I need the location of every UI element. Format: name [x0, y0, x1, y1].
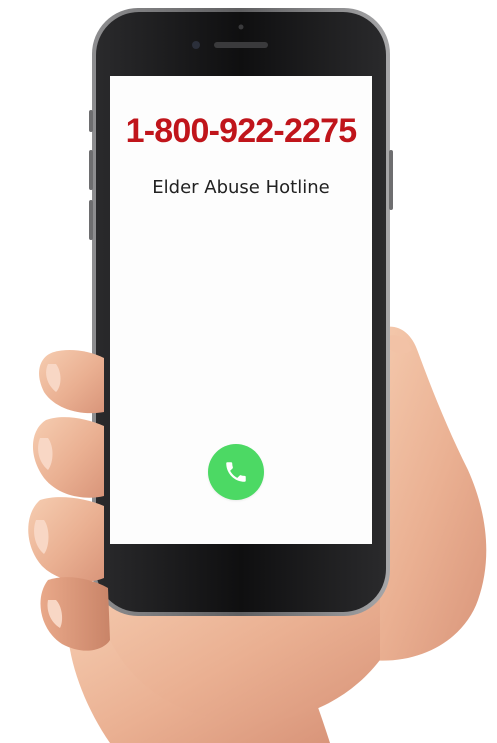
hotline-phone-number: 1-800-922-2275 [125, 112, 358, 150]
call-button[interactable] [208, 444, 264, 500]
phone-icon [226, 462, 246, 482]
phone-screen: 1-800-922-2275 Elder Abuse Hotline [110, 76, 372, 544]
hotline-caption: Elder Abuse Hotline [152, 177, 330, 198]
